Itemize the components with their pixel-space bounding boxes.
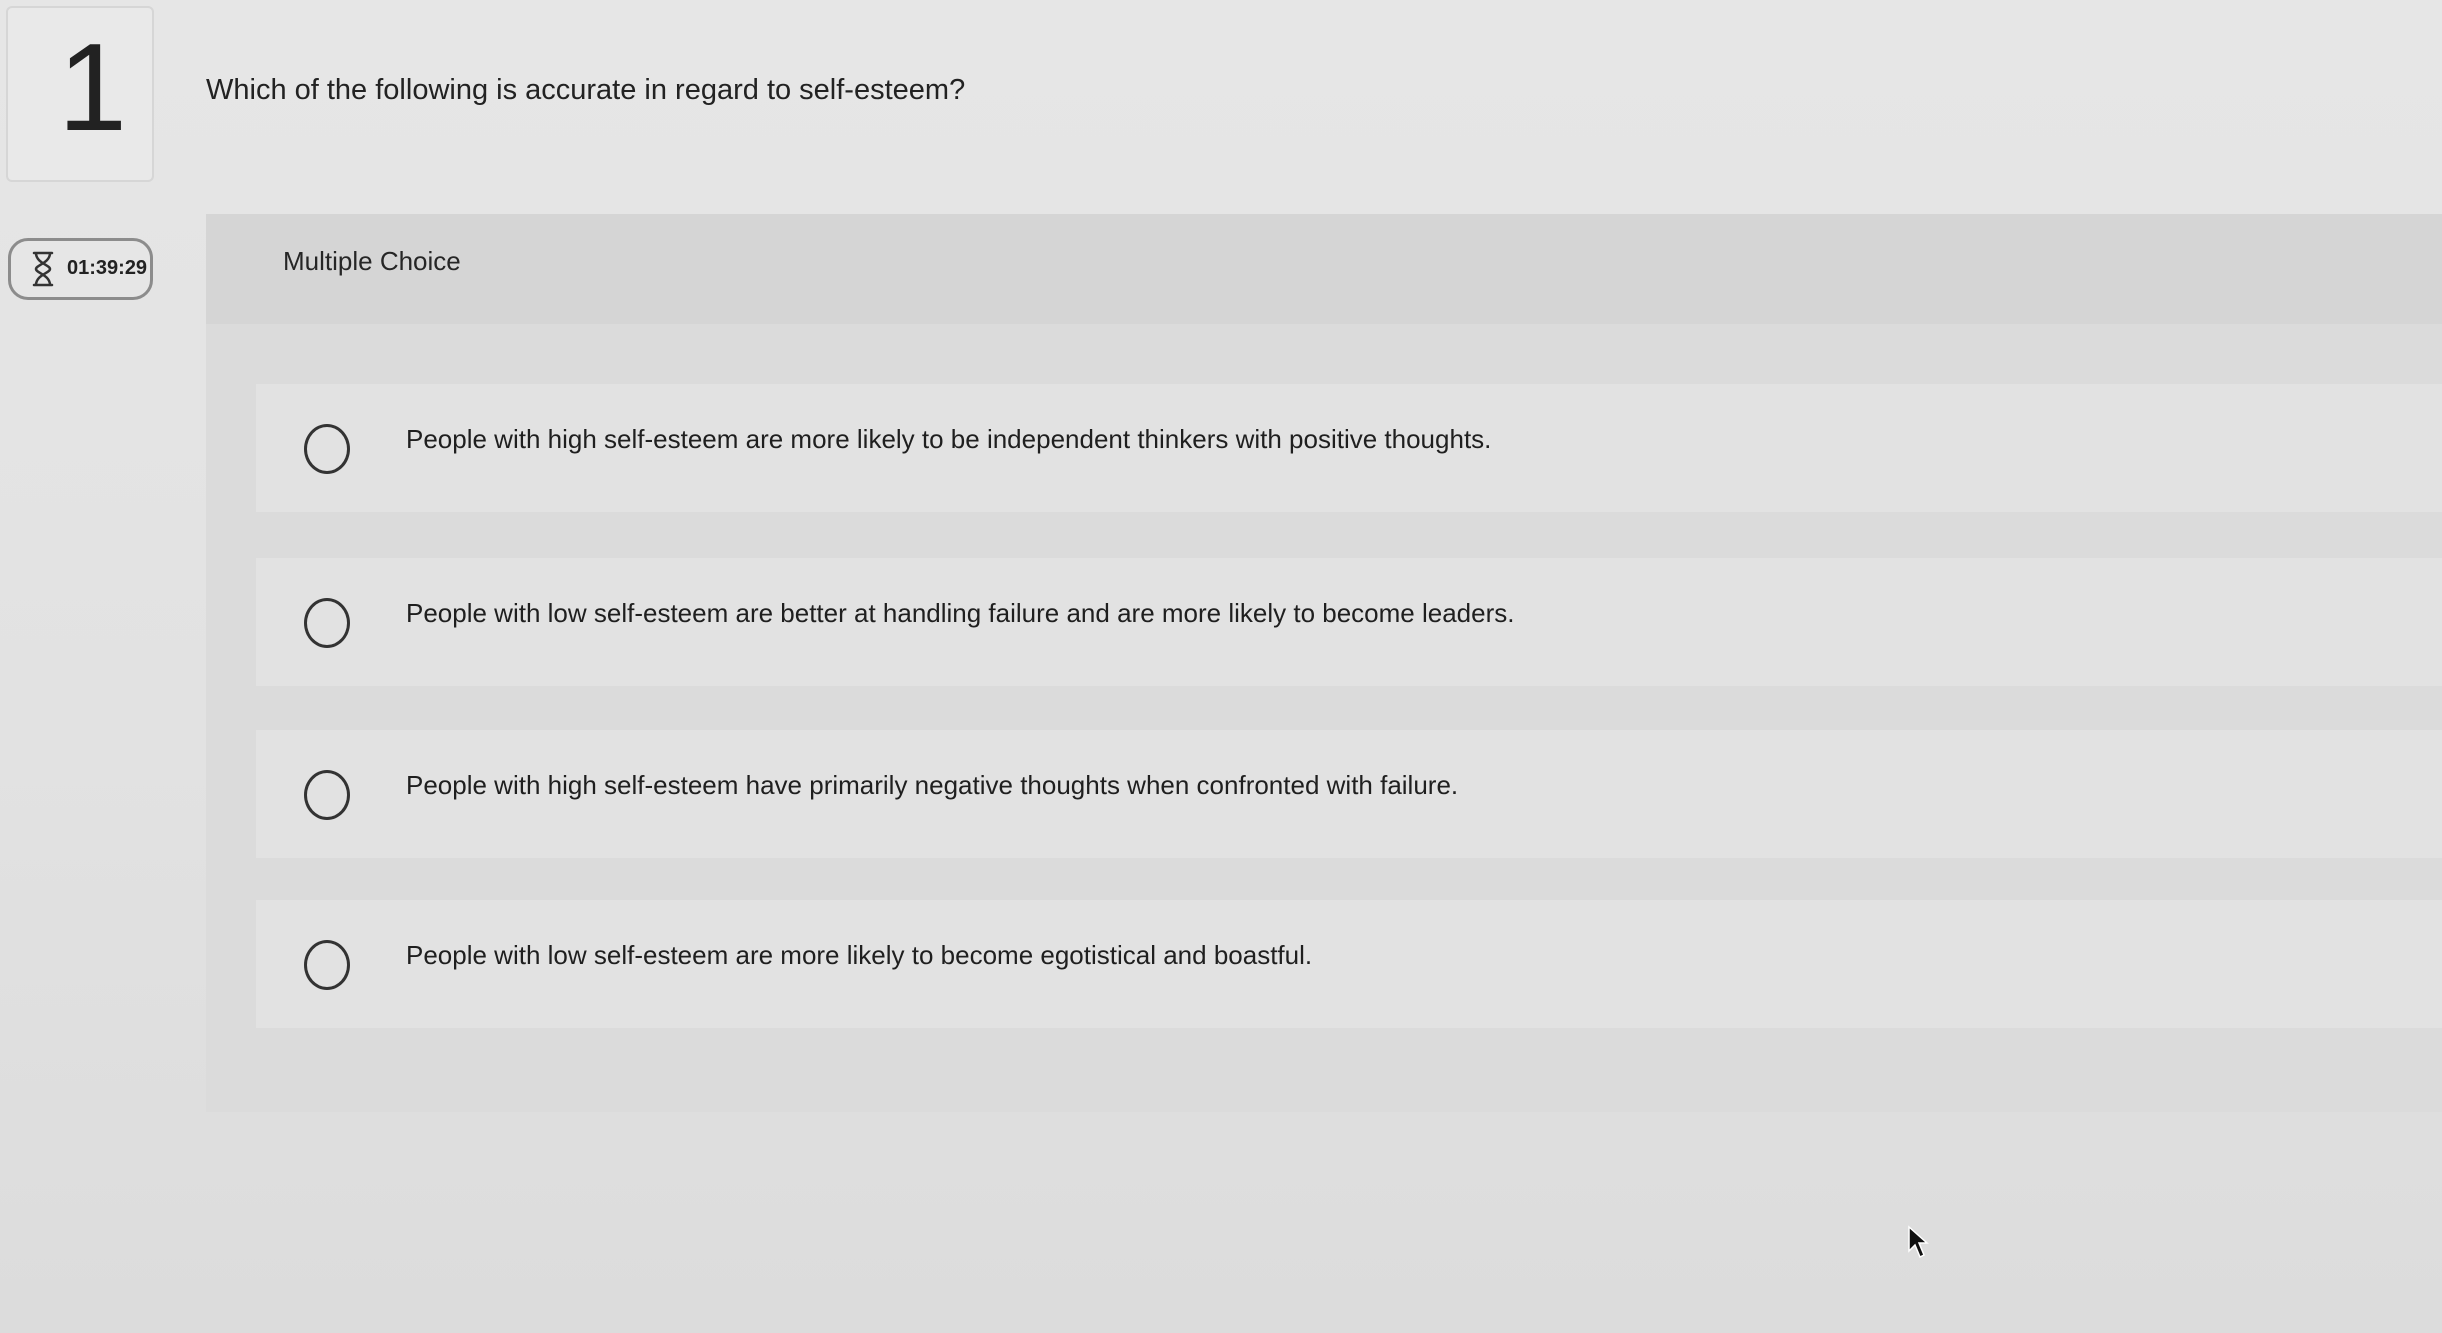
choice-label[interactable]: People with low self-esteem are more lik…	[406, 940, 1312, 971]
radio-button[interactable]	[304, 940, 350, 990]
radio-button[interactable]	[304, 598, 350, 648]
hourglass-icon	[32, 251, 54, 287]
question-text: Which of the following is accurate in re…	[206, 74, 966, 106]
timer-value: 01:39:29	[67, 257, 148, 279]
question-number-box: 1	[6, 6, 154, 182]
choice-option-3[interactable]: People with high self-esteem have primar…	[256, 730, 2442, 858]
choice-option-4[interactable]: People with low self-esteem are more lik…	[256, 900, 2442, 1028]
choice-label[interactable]: People with low self-esteem are better a…	[406, 598, 1514, 629]
question-panel: Multiple Choice People with high self-es…	[206, 214, 2442, 1112]
mouse-cursor-icon	[1908, 1225, 1929, 1259]
choice-option-1[interactable]: People with high self-esteem are more li…	[256, 384, 2442, 512]
panel-header: Multiple Choice	[206, 214, 2442, 324]
timer[interactable]: 01:39:29	[8, 238, 153, 300]
choice-label[interactable]: People with high self-esteem are more li…	[406, 424, 1491, 455]
radio-button[interactable]	[304, 424, 350, 474]
question-number: 1	[58, 19, 127, 157]
choice-label[interactable]: People with high self-esteem have primar…	[406, 770, 1458, 801]
radio-button[interactable]	[304, 770, 350, 820]
question-type-label: Multiple Choice	[283, 246, 461, 276]
choice-option-2[interactable]: People with low self-esteem are better a…	[256, 558, 2442, 686]
